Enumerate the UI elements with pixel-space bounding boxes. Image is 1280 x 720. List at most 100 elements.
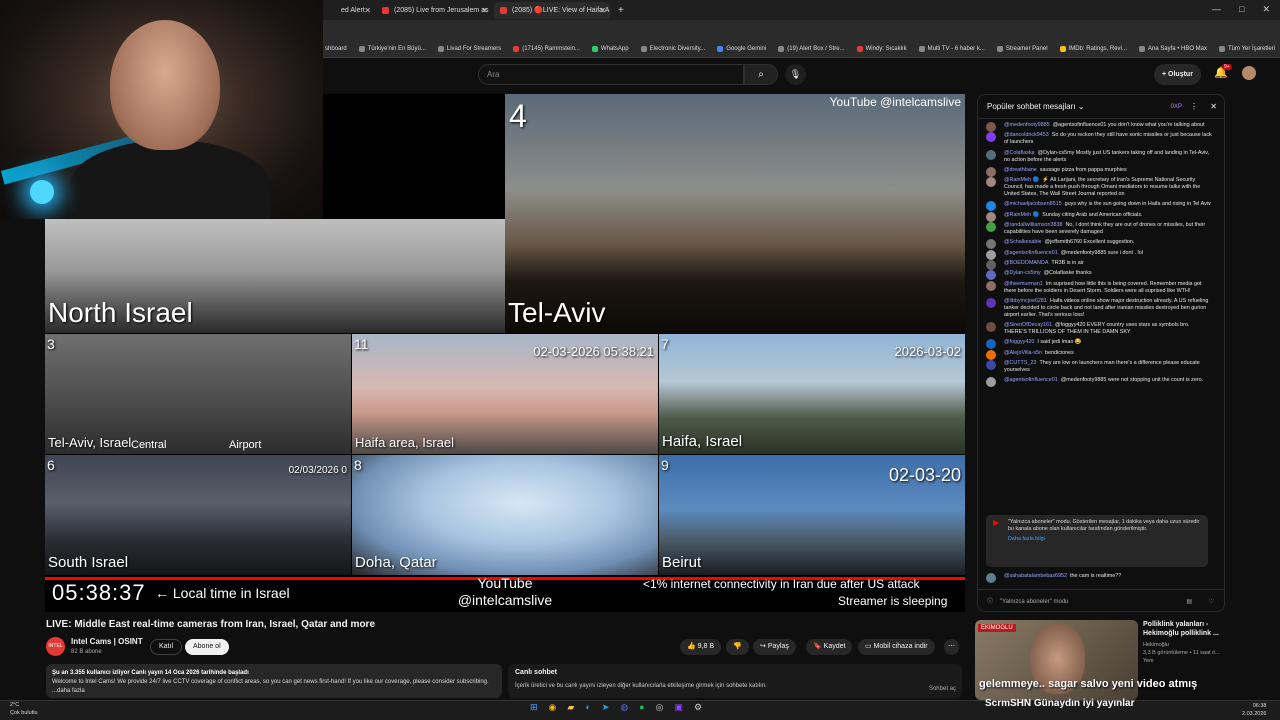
chat-author[interactable]: @agentsofinfluence01 (1004, 377, 1058, 383)
minimize-button[interactable]: — (1212, 0, 1221, 18)
new-tab-button[interactable]: + (614, 2, 630, 19)
close-tab-icon[interactable]: ✕ (364, 2, 371, 19)
chat-author[interactable]: @foggyy420 (1004, 339, 1034, 345)
youtube-icon: ▶ (993, 518, 1000, 527)
edge-icon[interactable]: ◐ (585, 702, 590, 713)
avatar (986, 349, 996, 360)
spotify-icon[interactable]: ● (639, 702, 644, 713)
windows-start-icon[interactable]: ⊞ (530, 702, 538, 713)
camera-number: 7 (661, 336, 669, 352)
twitch-icon[interactable]: ▣ (674, 702, 683, 713)
chat-author[interactable]: @dancoldrick9453 (1004, 132, 1049, 138)
heart-icon[interactable]: ♡ (1209, 590, 1214, 611)
chat-message: @BOEDOMANDA TR3B is in air (986, 259, 1212, 270)
video-description[interactable]: Şu an 3.355 kullanıcı izliyor Canlı yayı… (46, 664, 502, 698)
avatar (986, 149, 996, 160)
save-button[interactable]: 🔖 Kaydet (806, 639, 853, 655)
dislike-button[interactable]: 👎 (726, 639, 749, 655)
chat-author[interactable]: @RainMeh 🔵 (1004, 212, 1039, 218)
search-input[interactable]: Ara (478, 64, 744, 85)
chat-text: Sunday citing Arab and American official… (1042, 211, 1143, 218)
chat-message: @dreathbane sausage pizza from pappa murp… (986, 166, 1212, 177)
discord-icon[interactable]: ◍ (620, 702, 628, 713)
chat-author[interactable]: @AlejoVilla-s5n (1004, 350, 1042, 356)
chat-author[interactable]: @RainMeh 🔵 (1004, 177, 1039, 183)
bookmark[interactable]: Windy: Sıcaklık (856, 45, 907, 52)
close-tab-icon[interactable]: ✕ (599, 2, 606, 19)
more-options-icon[interactable]: ⋮ (1190, 95, 1198, 119)
chat-author[interactable]: @BOEDOMANDA (1004, 260, 1048, 266)
chat-author[interactable]: @randallwilliamson3838 (1004, 222, 1063, 228)
close-chat-icon[interactable]: ✕ (1210, 95, 1217, 119)
browser-tab-active[interactable]: (2085) 🔴LIVE: View of Haifa A ✕ (494, 2, 610, 19)
chrome-icon[interactable]: ◉ (549, 702, 557, 713)
open-chat-button[interactable]: Sohbet aç (929, 686, 956, 692)
obs-icon[interactable]: ◎ (656, 702, 664, 713)
chat-message: @dancoldrick9453 So do you reckon they st… (986, 132, 1212, 146)
bookmark[interactable]: Streamer Panel (996, 45, 1048, 52)
more-actions-button[interactable]: ⋯ (944, 639, 959, 655)
chat-author[interactable]: @theemurman1 (1004, 281, 1043, 287)
bookmark[interactable]: (19) Alert Box / Stre... (778, 45, 845, 52)
chat-author[interactable]: @SirenOfDecay161 (1004, 322, 1052, 328)
share-button[interactable]: ↪ Paylaş (753, 639, 796, 655)
recommended-title[interactable]: Polliklink yalanları - Hekimoğlu pollikl… (1143, 620, 1223, 638)
voice-search-button[interactable]: 🎙 (785, 64, 806, 85)
close-window-button[interactable]: ✕ (1262, 0, 1270, 18)
emoji-icon[interactable]: ▤ (1186, 590, 1192, 611)
chat-author[interactable]: @libbymcjoe6281 (1004, 298, 1047, 304)
camera-feed: 3 Tel-Aviv, Israel Central Airport (45, 334, 351, 454)
search-button[interactable]: ⌕ (744, 64, 778, 85)
share-icon: ↪ (760, 643, 768, 650)
chat-author[interactable]: @Dylan-cs5my (1004, 270, 1041, 276)
bookmark[interactable]: shboard (325, 46, 347, 52)
system-clock[interactable]: 06:38 2.03.2026 (1242, 702, 1266, 718)
bookmark[interactable]: Google Gemini (717, 45, 766, 52)
chat-author[interactable]: @agentsofinfluence01 (1004, 250, 1058, 256)
bookmark[interactable]: (17145) Rammstein... (513, 45, 580, 52)
chat-message: @randallwilliamson3838 No, I dont think t… (986, 222, 1212, 236)
subscriber-count: 82 B abone (71, 649, 102, 655)
create-button[interactable]: + Oluştur (1154, 64, 1201, 85)
close-tab-icon[interactable]: ✕ (481, 2, 488, 19)
maximize-button[interactable]: □ (1239, 0, 1244, 18)
browser-tab[interactable]: ed Alert ✕ (323, 2, 375, 19)
join-button[interactable]: Katıl (150, 639, 183, 655)
bookmark[interactable]: IMDb: Ratings, Revi... (1059, 45, 1127, 52)
bookmark[interactable]: Tüm Yer İşaretleri (1219, 45, 1275, 52)
channel-name[interactable]: Intel Cams | OSINT (71, 637, 143, 646)
telegram-icon[interactable]: ➤ (602, 702, 610, 713)
subscribe-button[interactable]: Abone ol (185, 639, 229, 655)
show-more-link[interactable]: ...daha fazla (52, 687, 496, 696)
chat-author[interactable]: @michaeljacobsen8515 (1004, 201, 1062, 207)
browser-tab[interactable]: (2085) Live from Jerusalem as a✕ (376, 2, 492, 31)
chat-author[interactable]: @Colaflaske (1004, 150, 1035, 156)
avatar (986, 249, 996, 260)
news-ticker: <1% internet connectivity in Iran due af… (643, 577, 920, 591)
chat-message: @RainMeh 🔵 ⚡ Ali Larijani, the secretary … (986, 177, 1212, 198)
chat-author[interactable]: @medenfooty9885 (1004, 122, 1050, 128)
bookmark[interactable]: Livad For Streamers (437, 45, 501, 52)
bookmark[interactable]: Electronic Diversity... (640, 45, 705, 52)
file-explorer-icon[interactable]: ▰ (567, 702, 574, 713)
learn-more-link[interactable]: Daha fazla bilgi (1008, 536, 1202, 543)
channel-avatar[interactable]: INTEL (46, 637, 65, 656)
download-button[interactable]: ▭ Mobil cihaza indir (858, 639, 935, 655)
description-stats: Şu an 3.355 kullanıcı izliyor Canlı yayı… (52, 670, 249, 676)
chat-author[interactable]: @dreathbane (1004, 167, 1037, 173)
bookmark[interactable]: Ana Sayfa • HBO Max (1138, 45, 1207, 52)
bookmark[interactable]: Türkiye'nin En Büyü... (358, 45, 426, 52)
like-button[interactable]: 👍 9,8 B (680, 639, 722, 655)
bookmark-icon: 🔖 (813, 643, 824, 650)
camera-timestamp: 02/03/2026 0 (288, 465, 347, 476)
camera-number: 4 (509, 98, 527, 134)
account-avatar[interactable] (1242, 66, 1256, 80)
live-chat-text: İçerik üretici ve bu canlı yayını izleye… (515, 683, 767, 689)
chat-author[interactable]: @CUTTS_23 (1004, 360, 1036, 366)
chat-mode-dropdown[interactable]: Popüler sohbet mesajları (987, 102, 1076, 111)
bookmark[interactable]: WhatsApp (591, 45, 629, 52)
settings-icon[interactable]: ⚙ (694, 702, 702, 713)
weather-widget[interactable]: 2°C Çok bulutlu (10, 701, 38, 717)
chat-author[interactable]: @Schalkesable (1004, 239, 1042, 245)
bookmark[interactable]: Multi TV - 6 haber k... (918, 45, 985, 52)
